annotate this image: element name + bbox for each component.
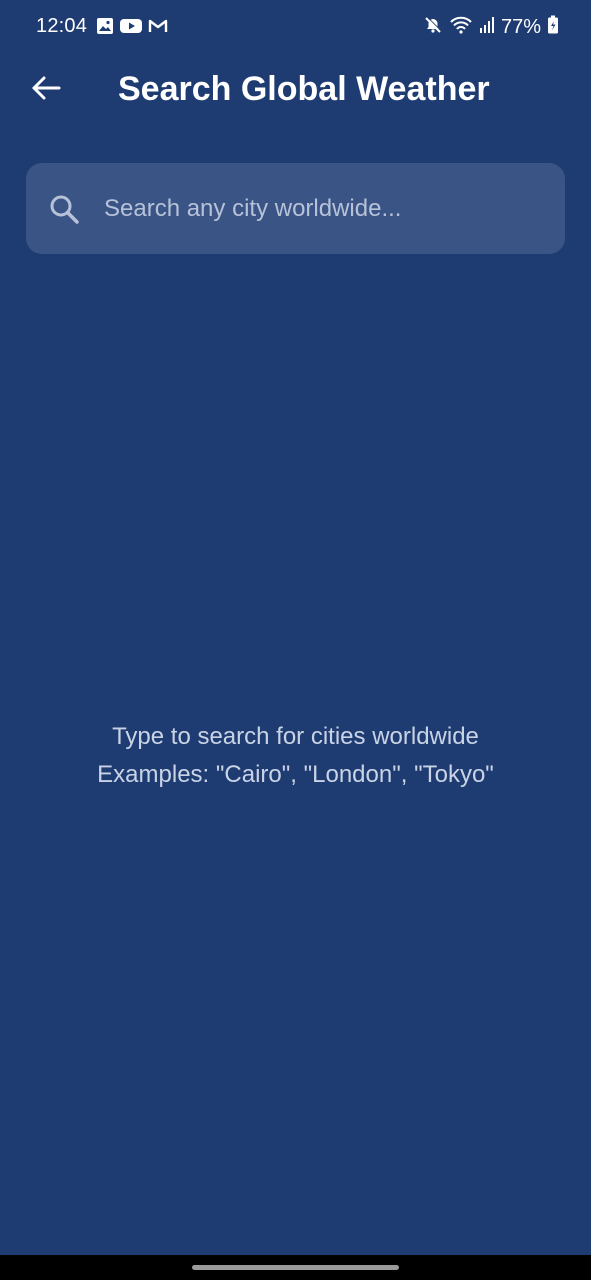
- search-icon: [48, 193, 80, 225]
- image-icon: [96, 17, 114, 40]
- system-status: 77%: [423, 15, 559, 40]
- signal-icon: [479, 16, 495, 39]
- status-time: 12:04: [36, 15, 88, 37]
- empty-state-line1: Type to search for cities worldwide: [112, 723, 479, 750]
- status-bar: 12:04 77%: [0, 0, 591, 58]
- wifi-icon: [449, 15, 473, 40]
- youtube-icon: [120, 17, 142, 40]
- gmail-icon: [148, 17, 168, 40]
- system-navigation-bar: [0, 1255, 591, 1280]
- battery-percent: 77%: [500, 16, 541, 38]
- back-arrow-icon: [31, 75, 61, 106]
- back-button[interactable]: [24, 70, 68, 110]
- search-bar[interactable]: [26, 163, 565, 254]
- notification-icons: [96, 17, 168, 40]
- search-input[interactable]: [104, 163, 544, 254]
- battery-icon: [547, 15, 559, 40]
- app-bar: Search Global Weather: [0, 58, 591, 122]
- page-title: Search Global Weather: [118, 70, 490, 108]
- home-gesture-handle[interactable]: [192, 1265, 399, 1270]
- empty-state-message: Type to search for cities worldwide Exam…: [0, 718, 591, 794]
- empty-state-examples: Examples: "Cairo", "London", "Tokyo": [97, 761, 494, 788]
- mute-icon: [423, 15, 443, 40]
